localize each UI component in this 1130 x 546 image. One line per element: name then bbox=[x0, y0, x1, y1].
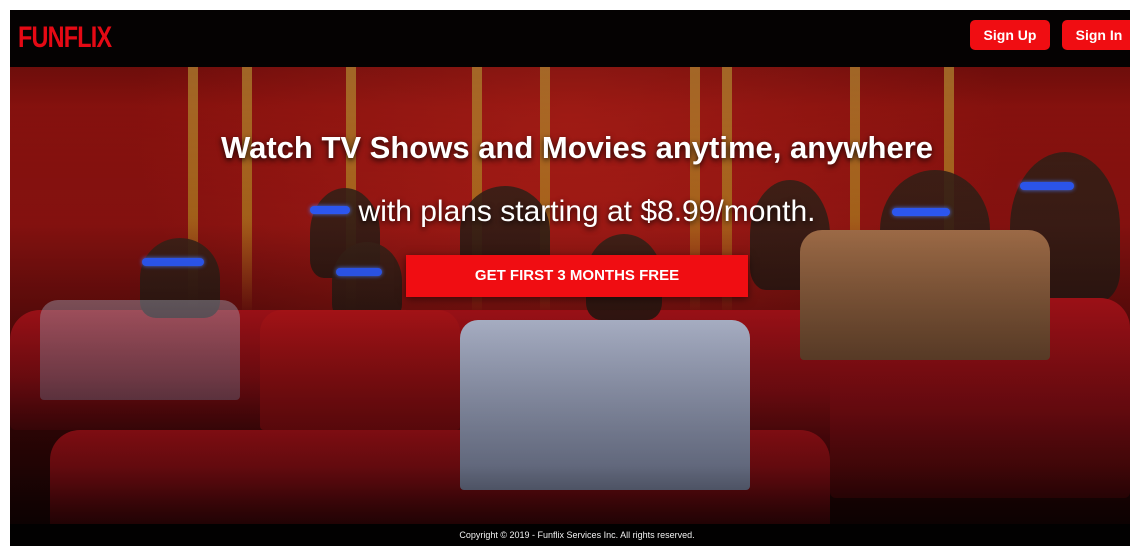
top-nav-bar: FUNFLIX Sign Up Sign In bbox=[10, 10, 1130, 67]
copyright-text: Copyright © 2019 - Funflix Services Inc.… bbox=[459, 530, 695, 540]
sign-in-button[interactable]: Sign In bbox=[1062, 20, 1130, 50]
funflix-logo[interactable]: FUNFLIX bbox=[18, 20, 112, 56]
get-free-months-button[interactable]: GET FIRST 3 MONTHS FREE bbox=[406, 255, 748, 297]
footer: Copyright © 2019 - Funflix Services Inc.… bbox=[10, 524, 1130, 546]
hero-headline: Watch TV Shows and Movies anytime, anywh… bbox=[220, 130, 934, 165]
page-frame: FUNFLIX Sign Up Sign In Watch TV Shows a… bbox=[10, 10, 1130, 546]
hero-subheadline: with plans starting at $8.99/month. bbox=[358, 195, 816, 228]
sign-up-button[interactable]: Sign Up bbox=[970, 20, 1050, 50]
